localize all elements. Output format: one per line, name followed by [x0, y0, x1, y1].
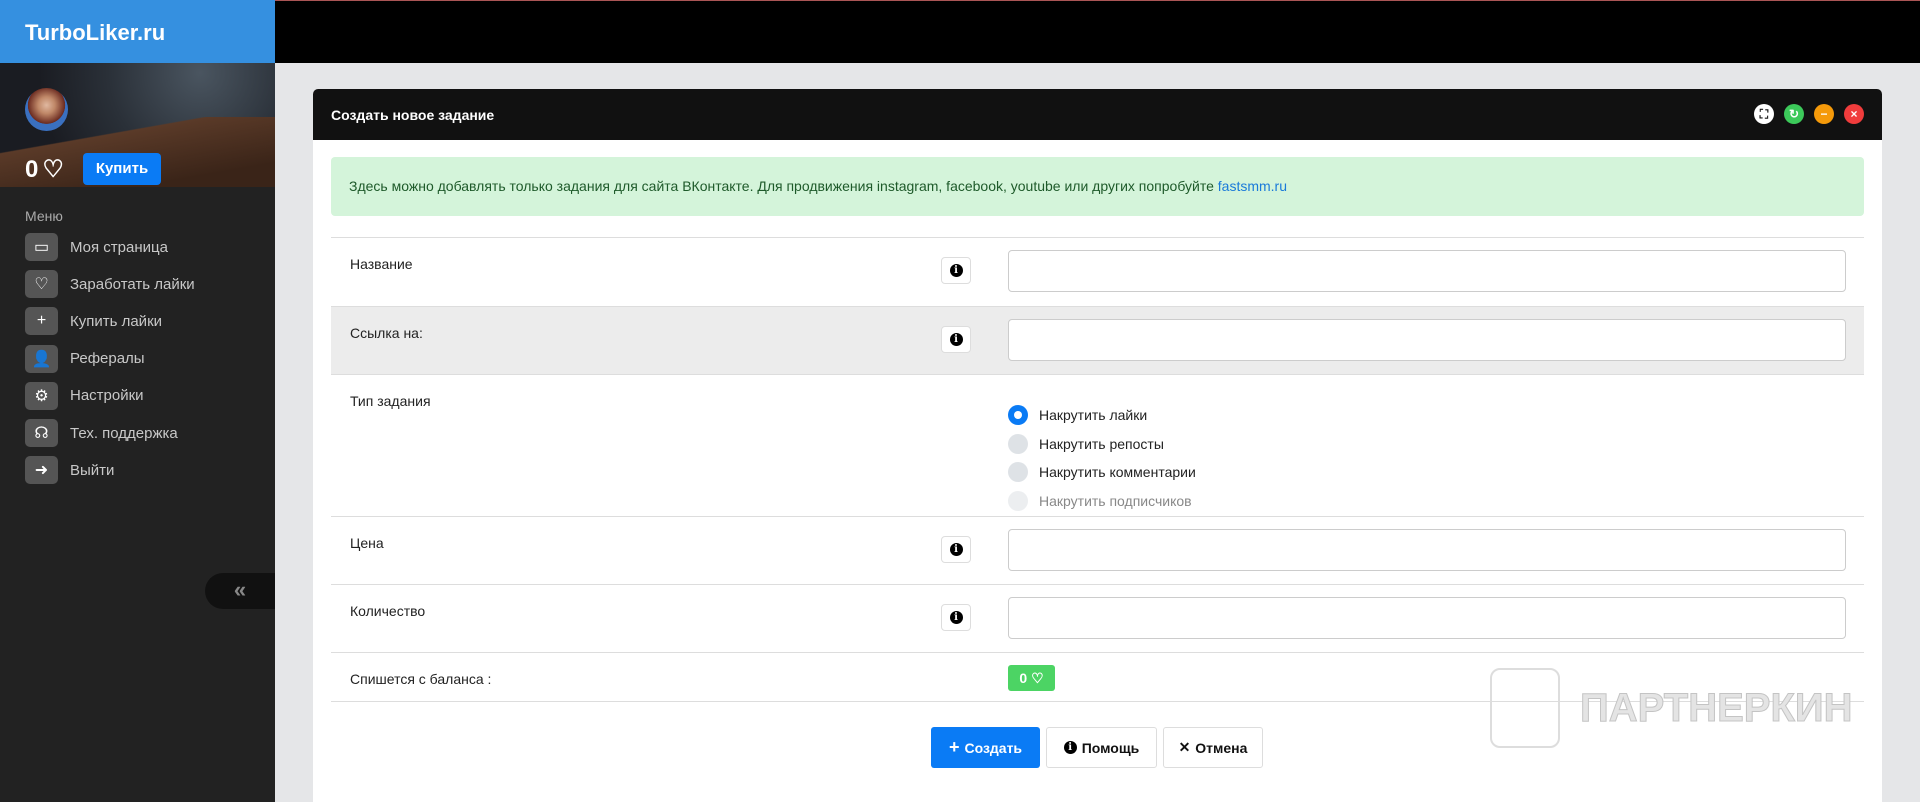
quantity-label: Количество — [350, 603, 426, 619]
price-label: Цена — [350, 535, 384, 551]
watermark-logo-icon — [1490, 668, 1560, 748]
top-bar — [0, 0, 1920, 63]
radio-circle[interactable] — [1008, 462, 1028, 482]
name-input[interactable] — [1008, 250, 1846, 292]
brand-logo[interactable]: TurboLiker.ru — [0, 0, 275, 63]
link-info-button[interactable]: i — [941, 326, 971, 353]
buy-button[interactable]: Купить — [83, 153, 161, 185]
price-info-button[interactable]: i — [941, 536, 971, 563]
sidebar-item[interactable]: ➜ Выйти — [25, 456, 115, 485]
quantity-input[interactable] — [1008, 597, 1846, 639]
info-icon: i — [949, 264, 963, 277]
radio-circle[interactable] — [1008, 405, 1028, 425]
watermark: ПАРТНЕРКИН — [1490, 668, 1853, 748]
sidebar-item-label: Тех. поддержка — [70, 424, 178, 442]
plus-icon: + — [948, 737, 960, 757]
info-icon: i — [949, 543, 963, 556]
name-info-button[interactable]: i — [941, 257, 971, 284]
cancel-label: Отмена — [1195, 739, 1248, 756]
price-input[interactable] — [1008, 529, 1846, 571]
profile-card: 0 ♡ Купить — [0, 63, 275, 187]
sidebar-item-label: Заработать лайки — [70, 275, 195, 293]
task-type-radio: Накрутить подписчиков — [1008, 490, 1192, 511]
sidebar-item-label: Рефералы — [70, 350, 145, 368]
radio-label: Накрутить лайки — [1039, 407, 1148, 423]
gears-icon: ⚙ — [25, 381, 58, 410]
sidebar-item-label: Моя страница — [70, 238, 168, 256]
balance-value: 0 — [25, 155, 39, 183]
sidebar-item[interactable]: ☊ Тех. поддержка — [25, 419, 178, 447]
heart-icon: ♡ — [25, 270, 58, 299]
create-label: Создать — [964, 739, 1023, 756]
radio-label: Накрутить комментарии — [1039, 464, 1196, 480]
sidebar-item-label: Настройки — [70, 387, 144, 405]
x-icon: ✕ — [1178, 739, 1191, 755]
minimize-icon[interactable]: − — [1814, 104, 1834, 124]
sidebar-item-label: Выйти — [70, 461, 115, 479]
menu-label: Меню — [25, 208, 63, 224]
info-icon: i — [949, 611, 963, 624]
watermark-text: ПАРТНЕРКИН — [1580, 685, 1854, 730]
balance: 0 ♡ — [25, 155, 64, 184]
charge-label: Спишется с баланса : — [350, 671, 492, 687]
sidebar: TurboLiker.ru 0 ♡ Купить Меню ▭ Моя страни… — [0, 0, 275, 802]
sidebar-item[interactable]: + Купить лайки — [25, 307, 163, 336]
heart-icon: ♡ — [42, 156, 64, 183]
radio-circle[interactable] — [1008, 433, 1028, 454]
sidebar-item-label: Купить лайки — [70, 312, 163, 330]
quantity-row: Количество i — [331, 584, 1864, 652]
alert-text: Здесь можно добавлять только задания для… — [349, 178, 1218, 194]
info-icon: i — [949, 333, 963, 346]
price-row: Цена i — [331, 516, 1864, 584]
task-type-radio[interactable]: Накрутить комментарии — [1008, 462, 1196, 482]
create-button[interactable]: + Создать — [931, 727, 1040, 768]
charge-badge: 0 ♡ — [1008, 665, 1055, 691]
fullscreen-icon[interactable]: ⛶ — [1754, 104, 1774, 124]
plus-icon: + — [25, 307, 58, 336]
sign-out-icon: ➜ — [25, 456, 58, 485]
name-label: Название — [350, 256, 413, 272]
refresh-icon[interactable]: ↻ — [1784, 104, 1804, 124]
name-row: Название i — [331, 237, 1864, 306]
sidebar-item[interactable]: ♡ Заработать лайки — [25, 270, 195, 299]
monitor-icon: ▭ — [25, 233, 58, 261]
panel-title: Создать новое задание — [331, 107, 495, 123]
help-button[interactable]: i Помощь — [1046, 727, 1157, 768]
radio-circle — [1008, 490, 1028, 511]
radio-label: Накрутить репосты — [1039, 435, 1164, 452]
quantity-info-button[interactable]: i — [941, 604, 971, 631]
type-label: Тип задания — [350, 393, 431, 409]
heart-icon: ♡ — [1031, 670, 1044, 686]
panel-header: Создать новое задание ⛶ ↻ − × — [313, 89, 1882, 140]
link-label: Ссылка на: — [350, 325, 423, 341]
info-alert: Здесь можно добавлять только задания для… — [331, 157, 1864, 216]
task-type-radio[interactable]: Накрутить лайки — [1008, 405, 1147, 425]
charge-value: 0 — [1019, 670, 1028, 686]
collapse-sidebar-button[interactable]: « — [205, 573, 275, 609]
radio-label: Накрутить подписчиков — [1039, 492, 1192, 509]
task-type-radio[interactable]: Накрутить репосты — [1008, 433, 1164, 454]
link-row: Ссылка на: i — [331, 306, 1864, 374]
link-input[interactable] — [1008, 319, 1846, 361]
avatar[interactable] — [25, 88, 68, 131]
sidebar-item[interactable]: ⚙ Настройки — [25, 381, 144, 410]
cancel-button[interactable]: ✕ Отмена — [1163, 727, 1263, 768]
close-icon[interactable]: × — [1844, 104, 1864, 124]
type-row: Тип задания Накрутить лайки Накрутить реп… — [331, 374, 1864, 516]
sidebar-item[interactable]: ▭ Моя страница — [25, 233, 168, 261]
user-plus-icon: 👤 — [25, 344, 58, 373]
headset-icon: ☊ — [25, 419, 58, 447]
sidebar-item[interactable]: 👤 Рефералы — [25, 344, 145, 373]
help-label: Помощь — [1081, 739, 1140, 756]
info-icon: i — [1063, 741, 1077, 754]
fastsmm-link[interactable]: fastsmm.ru — [1218, 178, 1287, 194]
